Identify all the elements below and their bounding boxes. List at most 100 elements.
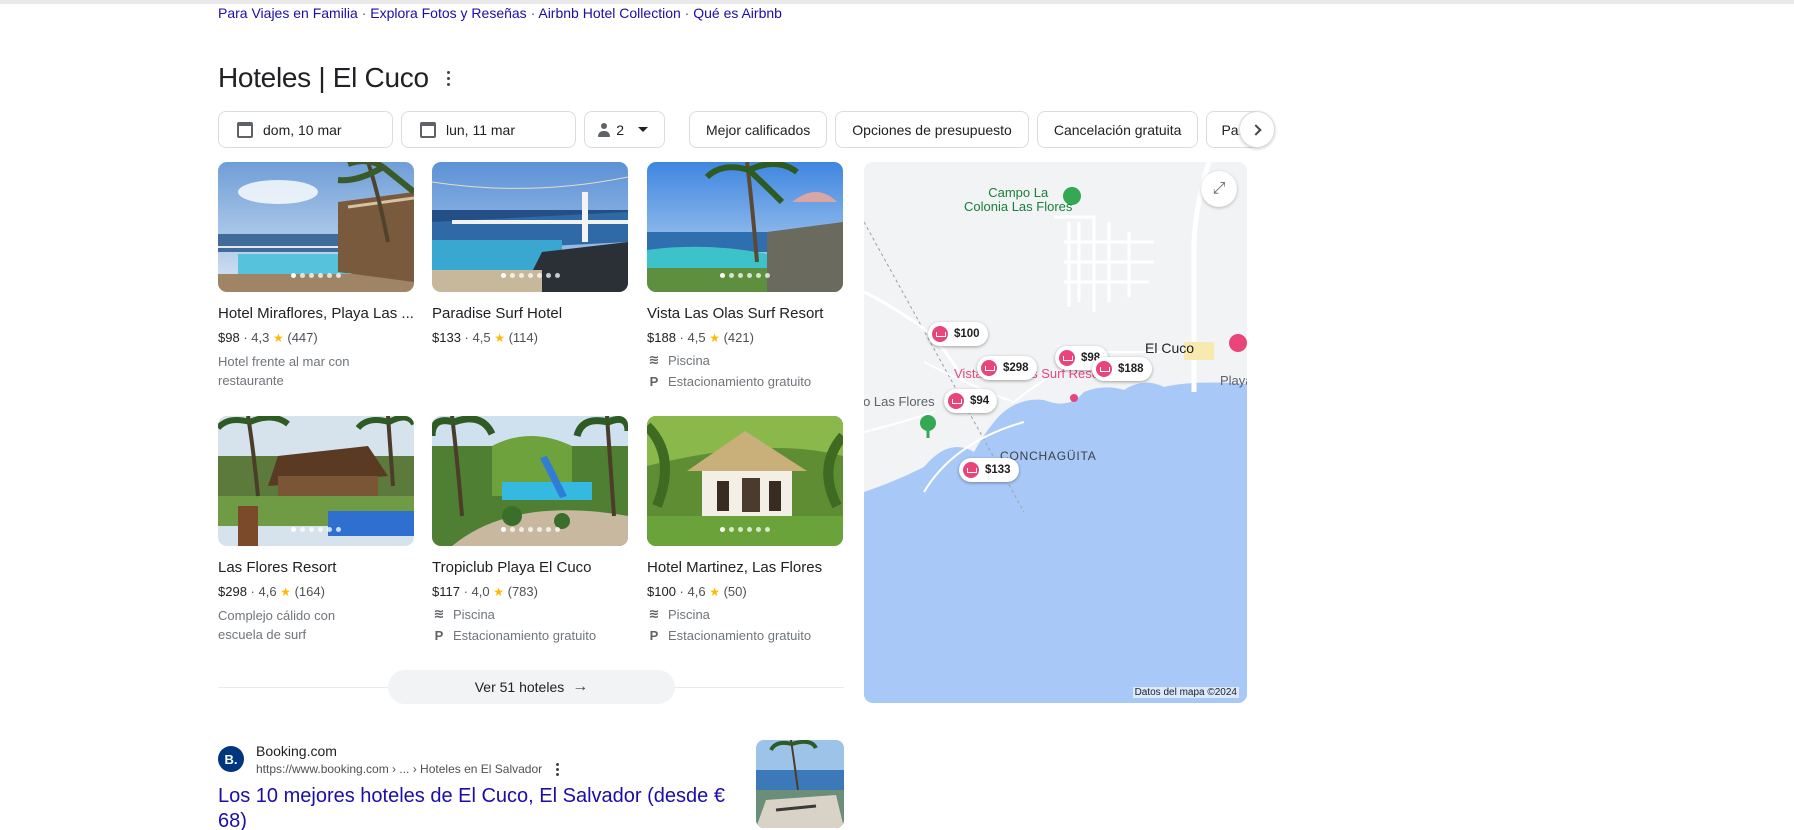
page-title: Hoteles | El Cuco — [218, 62, 429, 93]
checkin-label: dom, 10 mar — [263, 121, 342, 138]
hotel-card[interactable]: Hotel Miraflores, Playa Las ... $98 · 4,… — [218, 162, 414, 390]
sitelink-fotos[interactable]: Explora Fotos y Reseñas — [370, 5, 526, 21]
star-icon: ★ — [709, 331, 720, 345]
hotel-card[interactable]: Vista Las Olas Surf Resort $188 · 4,5 ★ … — [647, 162, 843, 389]
hotel-description: Hotel frente al mar con restaurante — [218, 354, 350, 388]
see-more-hotels-button[interactable]: Ver 51 hoteles → — [388, 670, 675, 704]
hotel-reviews: (783) — [507, 584, 538, 599]
chip-mejor-calificados[interactable]: Mejor calificados — [689, 111, 828, 148]
hotel-rating: 4,3 — [251, 330, 270, 345]
filter-bar: dom, 10 mar lun, 11 mar 2 Mejor califica… — [218, 111, 1272, 148]
result-url: https://www.booking.com › ... › Hoteles … — [256, 762, 560, 776]
chip-cancelacion[interactable]: Cancelación gratuita — [1036, 111, 1199, 148]
amenity-parking: P Estacionamiento gratuito — [432, 628, 628, 643]
hotel-price: $100 — [647, 584, 676, 599]
amenity-parking: P Estacionamiento gratuito — [647, 628, 843, 643]
hotel-name[interactable]: Las Flores Resort — [218, 559, 414, 576]
map-pin-hotel[interactable]: $100 — [928, 322, 988, 346]
hotel-name[interactable]: Tropiclub Playa El Cuco — [432, 559, 628, 576]
top-divider — [0, 0, 1794, 4]
sitelinks: Para Viajes en Familia · Explora Fotos y… — [218, 5, 782, 21]
amenity-pool: ≋ Piscina — [648, 606, 710, 622]
hotel-name[interactable]: Vista Las Olas Surf Resort — [647, 305, 843, 322]
hotel-photo[interactable] — [218, 162, 414, 292]
hotel-name[interactable]: Hotel Martinez, Las Flores — [647, 559, 843, 576]
star-icon: ★ — [494, 331, 505, 345]
hotel-price: $117 — [432, 584, 460, 599]
hotel-card[interactable]: Tropiclub Playa El Cuco $117 · 4,0 ★ (78… — [432, 416, 628, 643]
amenity-pool: ≋ Piscina — [648, 352, 710, 368]
hotel-photo[interactable] — [432, 162, 628, 292]
parking-icon: P — [649, 628, 659, 643]
map-pin-hotel[interactable]: $188 — [1092, 357, 1152, 381]
guests-selector[interactable]: 2 — [584, 111, 665, 148]
person-icon — [597, 122, 611, 137]
star-icon: ★ — [280, 585, 291, 599]
amenity-pool: ≋ Piscina — [433, 606, 495, 622]
hotel-meta: $98 · 4,3 ★ (447) — [218, 330, 318, 345]
result-more-icon[interactable] — [556, 762, 560, 776]
hotel-name[interactable]: Hotel Miraflores, Playa Las ... — [218, 305, 414, 322]
map-pin-hotel[interactable]: $94 — [944, 389, 998, 413]
hotel-card[interactable]: Hotel Martinez, Las Flores $100 · 4,6 ★ … — [647, 416, 843, 643]
hotel-card[interactable]: Las Flores Resort $298 · 4,6 ★ (164) Com… — [218, 416, 414, 644]
hotel-price: $188 — [647, 330, 676, 345]
amenity-parking: P Estacionamiento gratuito — [647, 374, 843, 389]
hotels-header: Hoteles | El Cuco — [218, 62, 455, 94]
expand-icon: ⤢ — [1212, 180, 1226, 197]
parking-icon: P — [434, 628, 444, 643]
hotel-photo[interactable] — [647, 416, 843, 546]
hotel-price: $133 — [432, 330, 461, 345]
hotel-reviews: (164) — [294, 584, 325, 599]
hotel-reviews: (50) — [723, 584, 747, 599]
sitelink-hotel-collection[interactable]: Airbnb Hotel Collection — [538, 5, 680, 21]
hotels-map[interactable]: Campo La Colonia Las Flores El Cuco Vist… — [864, 162, 1247, 703]
hotel-bed-icon — [1096, 361, 1112, 377]
hotel-rating: 4,6 — [258, 584, 277, 599]
result-site-name[interactable]: Booking.com — [256, 743, 337, 759]
hotel-reviews: (421) — [723, 330, 754, 345]
star-icon: ★ — [709, 585, 720, 599]
booking-favicon: B. — [218, 746, 244, 772]
hotel-price: $298 — [218, 584, 247, 599]
hotel-photo[interactable] — [647, 162, 843, 292]
hotel-bed-icon — [963, 462, 979, 478]
pool-icon: ≋ — [648, 606, 660, 621]
result-thumbnail[interactable] — [756, 740, 844, 828]
hotel-bed-icon — [948, 393, 964, 409]
star-icon: ★ — [272, 331, 284, 345]
pool-icon: ≋ — [433, 606, 445, 621]
map-label-el-cuco: El Cuco — [1145, 340, 1195, 356]
checkout-date-picker[interactable]: lun, 11 mar — [401, 111, 576, 148]
chip-presupuesto[interactable]: Opciones de presupuesto — [835, 111, 1029, 148]
map-pin-hotel[interactable]: $298 — [977, 356, 1037, 380]
hotel-bed-icon — [1059, 350, 1075, 366]
hotel-reviews: (447) — [287, 330, 318, 345]
expand-map-button[interactable]: ⤢ — [1201, 171, 1237, 207]
more-options-icon[interactable] — [443, 67, 455, 89]
sitelink-familia[interactable]: Para Viajes en Familia — [218, 5, 358, 21]
hotel-photo[interactable] — [432, 416, 628, 546]
hotel-meta: $188 · 4,5 ★ (421) — [647, 330, 754, 345]
pool-icon: ≋ — [648, 352, 660, 367]
chevron-down-icon — [638, 127, 648, 132]
calendar-icon — [237, 121, 253, 138]
hotel-meta: $298 · 4,6 ★ (164) — [218, 584, 325, 599]
hotel-rating: 4,6 — [687, 584, 706, 599]
map-label-playa: Playa — [1220, 373, 1247, 388]
sitelink-que-es[interactable]: Qué es Airbnb — [693, 5, 782, 21]
hotel-name[interactable]: Paradise Surf Hotel — [432, 305, 628, 322]
hotel-photo[interactable] — [218, 416, 414, 546]
map-label-campo: Campo La Colonia Las Flores — [964, 185, 1073, 214]
map-pin-hotel[interactable]: $133 — [959, 458, 1019, 482]
hotel-bed-icon — [981, 360, 997, 376]
hotel-rating: 4,5 — [687, 330, 706, 345]
checkin-date-picker[interactable]: dom, 10 mar — [218, 111, 393, 148]
hotel-rating: 4,0 — [471, 584, 490, 599]
result-title-link[interactable]: Los 10 mejores hoteles de El Cuco, El Sa… — [218, 784, 738, 830]
star-icon: ★ — [493, 585, 504, 599]
hotel-rating: 4,5 — [472, 330, 491, 345]
see-more-label: Ver 51 hoteles — [474, 679, 565, 695]
hotel-card[interactable]: Paradise Surf Hotel $133 · 4,5 ★ (114) — [432, 162, 628, 345]
scroll-right-button[interactable] — [1239, 111, 1275, 148]
